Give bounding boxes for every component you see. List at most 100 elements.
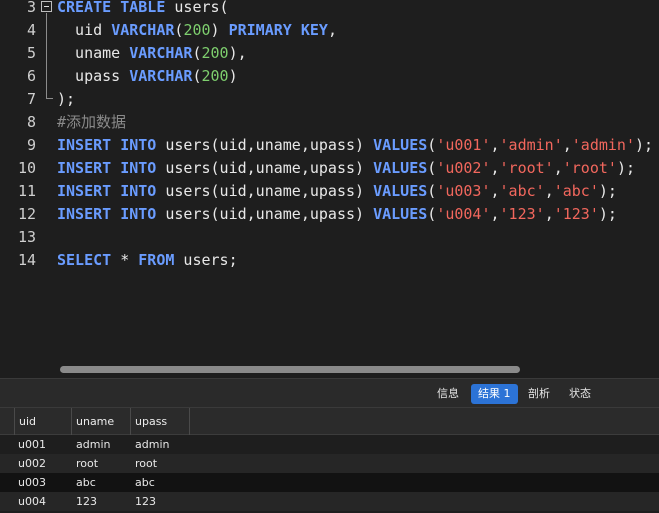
code-token: ); xyxy=(616,159,635,177)
table-cell-upass[interactable]: admin xyxy=(131,435,190,454)
table-cell-upass[interactable]: root xyxy=(131,454,190,473)
fold-collapse-icon[interactable] xyxy=(41,1,52,12)
code-token: 'u003' xyxy=(436,182,491,200)
code-token: 'abc' xyxy=(499,182,545,200)
sql-editor[interactable]: 3 4 5 6 7 8 9 10 11 12 13 14 CREATE TABLE users( ui… xyxy=(0,0,659,378)
code-line[interactable]: INSERT INTO users(uid,uname,upass) VALUE… xyxy=(57,203,617,226)
table-row[interactable]: u003 abc abc xyxy=(0,473,659,492)
code-line[interactable]: #添加数据 xyxy=(57,111,126,134)
tab-status[interactable]: 状态 xyxy=(562,384,598,404)
line-number-gutter: 3 4 5 6 7 8 9 10 11 12 13 14 xyxy=(0,0,40,378)
code-token: ) xyxy=(210,21,229,39)
code-token: INSERT xyxy=(57,136,112,154)
code-token: VARCHAR xyxy=(129,67,193,85)
code-token: PRIMARY KEY xyxy=(228,21,328,39)
code-token: VALUES xyxy=(373,205,428,223)
table-cell-uid[interactable]: u004 xyxy=(14,492,72,511)
code-token: '123' xyxy=(553,205,599,223)
result-grid[interactable]: uid uname upass u001 admin admin u002 root ro… xyxy=(0,408,659,513)
code-token: ); xyxy=(598,205,617,223)
code-token: VALUES xyxy=(373,159,428,177)
column-header-uname[interactable]: uname xyxy=(72,408,131,435)
line-number: 6 xyxy=(26,67,36,85)
table-cell-uid[interactable]: u002 xyxy=(14,454,72,473)
code-token: users(uid,uname,upass) xyxy=(156,205,374,223)
column-header-upass[interactable]: upass xyxy=(131,408,190,435)
row-selector[interactable] xyxy=(0,454,13,473)
code-token: users(uid,uname,upass) xyxy=(156,159,374,177)
table-cell-upass[interactable]: abc xyxy=(131,473,190,492)
row-selector[interactable] xyxy=(0,435,13,454)
code-token: VALUES xyxy=(373,182,428,200)
table-cell-uname[interactable]: admin xyxy=(72,435,131,454)
fold-guide-end xyxy=(46,98,53,99)
horizontal-scrollbar-thumb[interactable] xyxy=(60,366,520,373)
code-line[interactable]: uname VARCHAR(200), xyxy=(57,42,247,65)
line-number: 11 xyxy=(17,182,36,200)
code-line[interactable]: INSERT INTO users(uid,uname,upass) VALUE… xyxy=(57,180,617,203)
code-line[interactable]: uid VARCHAR(200) PRIMARY KEY, xyxy=(57,19,337,42)
code-token: , xyxy=(490,205,500,223)
table-row[interactable]: u002 root root xyxy=(0,454,659,473)
code-token: ( xyxy=(427,182,437,200)
code-token: INTO xyxy=(120,159,157,177)
code-token: 'u002' xyxy=(436,159,491,177)
code-token: 'u004' xyxy=(436,205,491,223)
line-number: 10 xyxy=(17,159,36,177)
table-cell-uname[interactable]: abc xyxy=(72,473,131,492)
fold-guide-line xyxy=(46,13,47,99)
code-line[interactable]: INSERT INTO users(uid,uname,upass) VALUE… xyxy=(57,134,653,157)
table-row[interactable]: u001 admin admin xyxy=(0,435,659,454)
code-line[interactable]: INSERT INTO users(uid,uname,upass) VALUE… xyxy=(57,157,635,180)
line-number: 5 xyxy=(26,44,36,62)
code-token: INSERT xyxy=(57,182,112,200)
code-token: , xyxy=(490,182,500,200)
tab-info[interactable]: 信息 xyxy=(430,384,466,404)
code-token: 200 xyxy=(201,44,229,62)
code-token: CREATE xyxy=(57,0,112,16)
line-number: 14 xyxy=(17,251,36,269)
code-token: INTO xyxy=(120,136,157,154)
code-token: uname xyxy=(57,44,130,62)
table-cell-upass[interactable]: 123 xyxy=(131,492,190,511)
code-token: , xyxy=(553,159,563,177)
code-token: INSERT xyxy=(57,159,112,177)
code-token: 200 xyxy=(201,67,229,85)
table-cell-uid[interactable]: u003 xyxy=(14,473,72,492)
code-line[interactable]: SELECT * FROM users; xyxy=(57,249,238,272)
code-token: , xyxy=(562,136,572,154)
code-token: TABLE xyxy=(120,0,166,16)
tab-result-1[interactable]: 结果 1 xyxy=(471,384,518,404)
code-line[interactable]: upass VARCHAR(200) xyxy=(57,65,238,88)
line-number: 4 xyxy=(26,21,36,39)
row-selector[interactable] xyxy=(0,492,13,511)
code-token: ); xyxy=(598,182,617,200)
code-line[interactable]: CREATE TABLE users( xyxy=(57,0,229,19)
line-number: 13 xyxy=(17,228,36,246)
row-selector[interactable] xyxy=(0,473,13,492)
table-cell-uname[interactable]: root xyxy=(72,454,131,473)
column-header-uid[interactable]: uid xyxy=(14,408,72,435)
code-token: ( xyxy=(427,159,437,177)
code-token: ); xyxy=(57,90,76,108)
code-token: VARCHAR xyxy=(129,44,193,62)
code-token: , xyxy=(490,159,500,177)
line-number: 8 xyxy=(26,113,36,131)
table-cell-uid[interactable]: u001 xyxy=(14,435,72,454)
code-token: ( xyxy=(192,44,202,62)
code-token: VALUES xyxy=(373,136,428,154)
table-row[interactable]: u004 123 123 xyxy=(0,492,659,511)
tab-profile[interactable]: 剖析 xyxy=(521,384,557,404)
code-token: users(uid,uname,upass) xyxy=(156,136,374,154)
line-number: 12 xyxy=(17,205,36,223)
code-token: #添加数据 xyxy=(57,113,127,131)
code-token: 'root' xyxy=(562,159,617,177)
table-cell-uname[interactable]: 123 xyxy=(72,492,131,511)
code-token: INTO xyxy=(120,182,157,200)
code-token: ) xyxy=(228,67,238,85)
code-token: 200 xyxy=(183,21,211,39)
code-line[interactable]: ); xyxy=(57,88,75,111)
